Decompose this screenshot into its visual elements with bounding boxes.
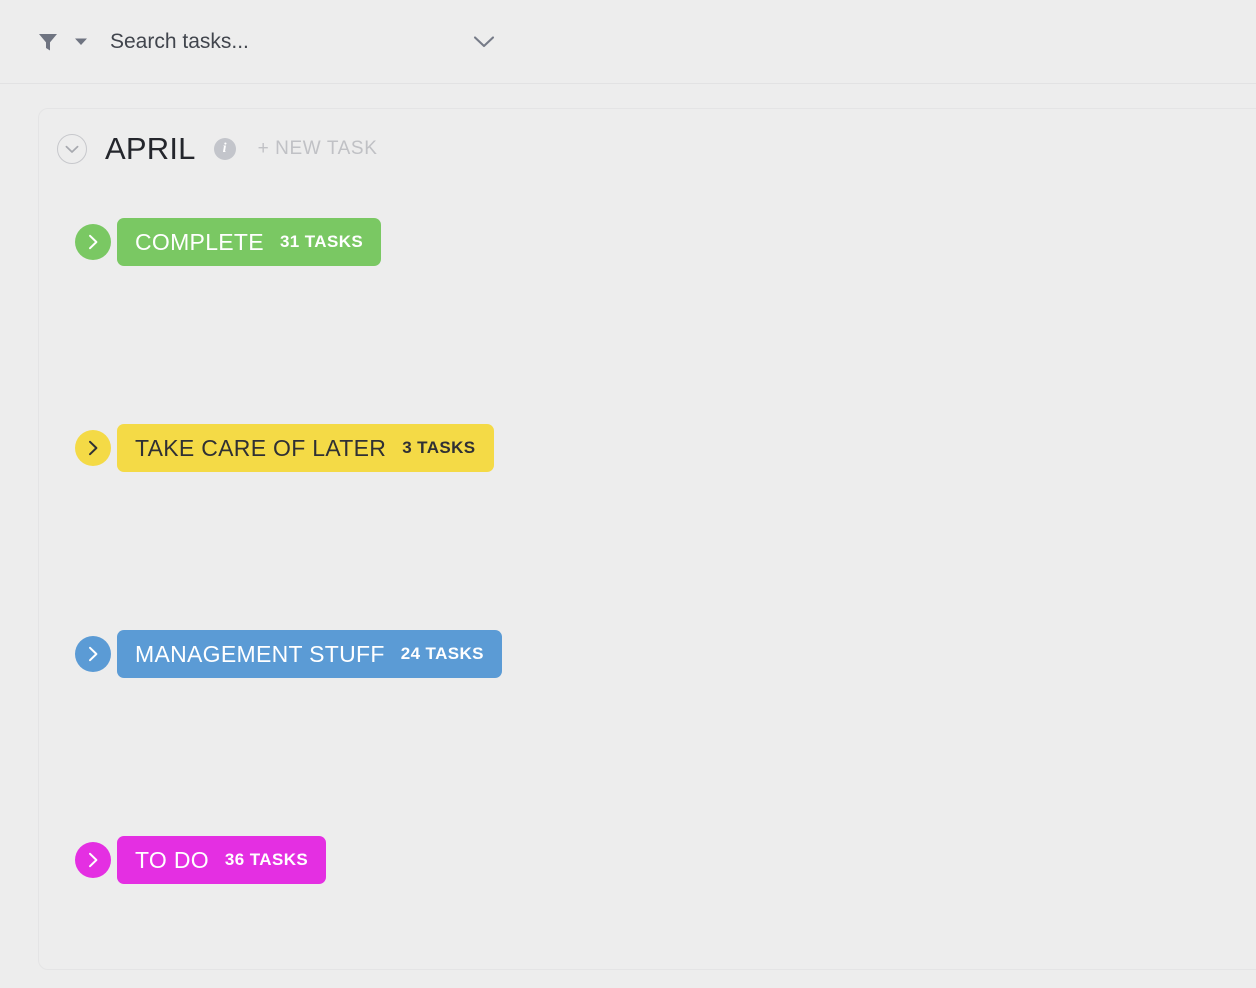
task-group-count: 36 TASKS xyxy=(224,850,309,869)
add-new-task-button[interactable]: + NEW TASK xyxy=(258,138,378,160)
task-group-label: TAKE CARE OF LATER xyxy=(135,434,387,461)
filter-caret-down-icon[interactable] xyxy=(72,33,90,51)
filter-funnel-icon[interactable] xyxy=(36,30,60,54)
task-group-row: COMPLETE 31 TASKS xyxy=(75,218,382,266)
task-group-count: 3 TASKS xyxy=(402,438,476,457)
task-group-pill[interactable]: COMPLETE 31 TASKS xyxy=(117,218,382,266)
info-icon[interactable]: i xyxy=(213,138,236,160)
group-expand-chevron-right-icon[interactable] xyxy=(75,842,111,878)
group-expand-chevron-right-icon[interactable] xyxy=(75,430,111,466)
chevron-down-circle-icon[interactable] xyxy=(57,134,87,164)
search-input[interactable] xyxy=(110,19,502,64)
search-field-wrapper xyxy=(110,19,502,64)
group-expand-chevron-right-icon[interactable] xyxy=(75,224,111,260)
task-group-label: COMPLETE xyxy=(135,228,264,255)
search-chevron-down-icon[interactable] xyxy=(472,30,496,54)
board-card: APRIL i + NEW TASK COMPLETE 31 TASKS TAKE … xyxy=(38,108,1256,970)
task-group-row: TO DO 36 TASKS xyxy=(75,836,327,884)
page-title: APRIL xyxy=(105,131,196,166)
task-group-pill[interactable]: MANAGEMENT STUFF 24 TASKS xyxy=(117,630,502,678)
task-group-pill[interactable]: TAKE CARE OF LATER 3 TASKS xyxy=(117,424,494,472)
task-group-count: 31 TASKS xyxy=(279,232,364,251)
task-group-row: MANAGEMENT STUFF 24 TASKS xyxy=(75,630,502,678)
task-group-pill[interactable]: TO DO 36 TASKS xyxy=(117,836,327,884)
top-toolbar xyxy=(0,0,1256,84)
task-group-label: TO DO xyxy=(135,846,209,873)
task-group-row: TAKE CARE OF LATER 3 TASKS xyxy=(75,424,494,472)
task-group-count: 24 TASKS xyxy=(400,644,484,663)
task-group-label: MANAGEMENT STUFF xyxy=(135,640,385,667)
section-header: APRIL i + NEW TASK xyxy=(57,131,377,167)
group-expand-chevron-right-icon[interactable] xyxy=(75,636,111,672)
